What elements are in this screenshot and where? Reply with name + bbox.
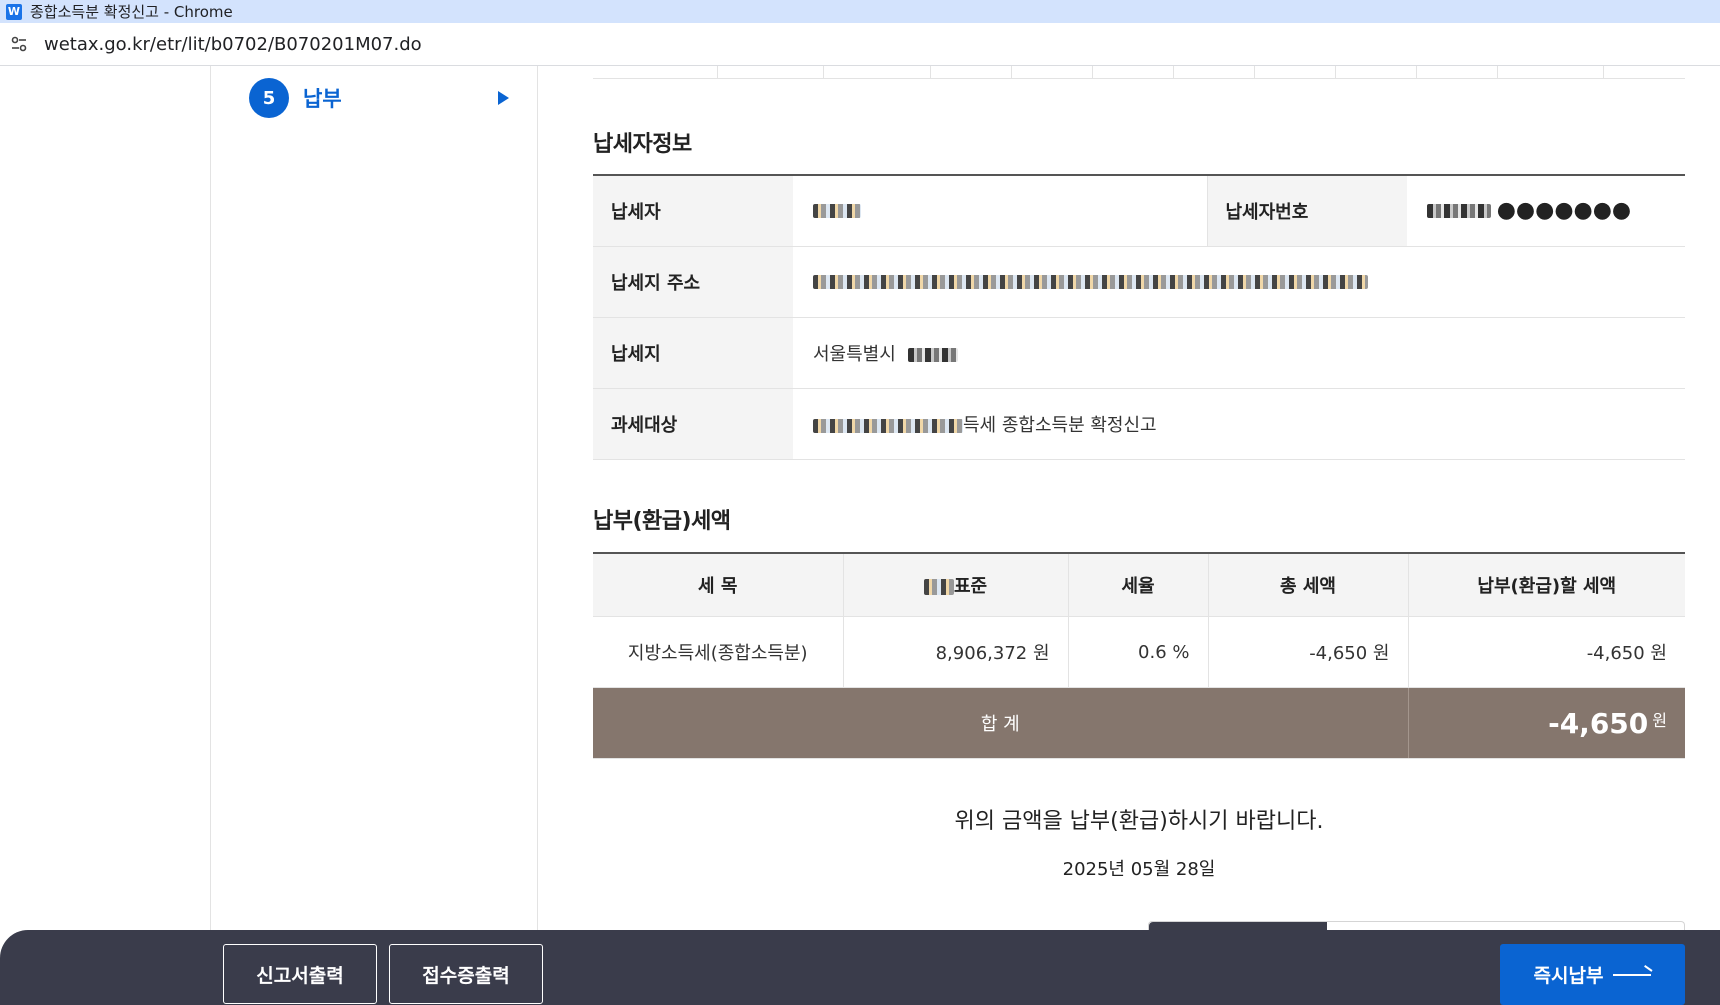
masked-text — [813, 418, 963, 433]
step-item-payment[interactable]: 5 납부 — [249, 78, 509, 118]
url-text[interactable]: wetax.go.kr/etr/lit/b0702/B070201M07.do — [44, 34, 422, 55]
play-arrow-icon — [498, 91, 509, 105]
bottom-action-bar: 신고서출력 접수증출력 즉시납부 — [0, 930, 1720, 1005]
tax-subject-value: 득세 종합소득분 확정신고 — [793, 388, 1685, 460]
taxpayer-number-label: 납세자번호 — [1206, 175, 1407, 247]
pay-now-label: 즉시납부 — [1533, 965, 1604, 987]
taxpayer-section-title: 납세자정보 — [593, 132, 692, 157]
address-label: 납세지 주소 — [593, 246, 793, 318]
taxpayer-name-value — [793, 175, 1207, 247]
column-header-item: 세 목 — [593, 552, 843, 617]
site-settings-icon[interactable] — [10, 35, 28, 53]
column-header-base: 표준 — [842, 552, 1068, 617]
masked-text — [1427, 203, 1491, 218]
payment-notice: 위의 금액을 납부(환급)하시기 바랍니다. — [954, 809, 1324, 834]
arrow-right-icon — [1613, 973, 1652, 976]
previous-table-remnant — [593, 66, 1685, 79]
taxpayer-info-table: 납세자 납세자번호 ●●●●●●● 납세지 주소 납세지 서울특별시 과세대상 … — [593, 174, 1685, 460]
total-amount-unit: 원 — [1652, 710, 1667, 730]
masked-text — [813, 204, 861, 219]
step-label: 납부 — [303, 87, 342, 111]
tax-item-cell: 지방소득세(종합소득분) — [593, 616, 843, 688]
pay-now-button[interactable]: 즉시납부 — [1500, 944, 1685, 1005]
taxpayer-label: 납세자 — [593, 175, 793, 247]
tax-base-cell: 8,906,372 원 — [842, 616, 1068, 688]
tax-location-value: 서울특별시 — [793, 317, 1685, 389]
window-titlebar: W 종합소득분 확정신고 - Chrome — [0, 0, 1720, 23]
total-amount-cell: -4,650 원 — [1407, 687, 1685, 759]
address-bar: wetax.go.kr/etr/lit/b0702/B070201M07.do — [0, 23, 1720, 66]
left-gutter — [0, 66, 211, 1005]
total-row: 합 계 -4,650 원 — [593, 687, 1685, 759]
masked-text — [907, 347, 958, 362]
table-row: 납세지 주소 — [593, 246, 1685, 318]
address-value — [793, 246, 1685, 318]
table-row: 납세자 납세자번호 ●●●●●●● — [593, 175, 1685, 247]
column-header-rate: 세율 — [1067, 552, 1208, 617]
step-number-badge: 5 — [249, 78, 289, 118]
column-header-payable: 납부(환급)할 세액 — [1407, 552, 1685, 617]
table-row: 지방소득세(종합소득분) 8,906,372 원 0.6 % -4,650 원 … — [593, 616, 1685, 688]
print-report-button[interactable]: 신고서출력 — [223, 944, 377, 1004]
masked-text — [923, 578, 954, 595]
payable-tax-cell: -4,650 원 — [1407, 616, 1685, 688]
total-label: 합 계 — [593, 687, 1408, 759]
main-content: 납세자정보 납세자 납세자번호 ●●●●●●● 납세지 주소 납세지 서울특별시 — [593, 66, 1685, 881]
tax-rate-cell: 0.6 % — [1067, 616, 1208, 688]
wetax-logo-icon: W — [6, 3, 22, 20]
tax-subject-label: 과세대상 — [593, 388, 793, 460]
table-header-row: 세 목 표준 세율 총 세액 납부(환급)할 세액 — [593, 552, 1685, 617]
report-date: 2025년 05월 28일 — [1062, 859, 1216, 880]
column-header-total: 총 세액 — [1207, 552, 1408, 617]
tax-amount-table: 세 목 표준 세율 총 세액 납부(환급)할 세액 지방소득세(종합소득분) 8… — [593, 551, 1685, 759]
masked-dots: ●●●●●●● — [1496, 198, 1632, 224]
tax-location-label: 납세지 — [593, 317, 793, 389]
masked-text — [813, 275, 1368, 289]
table-row: 납세지 서울특별시 — [593, 317, 1685, 389]
taxpayer-number-value: ●●●●●●● — [1407, 175, 1685, 247]
print-receipt-button[interactable]: 접수증출력 — [389, 944, 543, 1004]
step-navigation: 5 납부 — [211, 66, 538, 1005]
window-title: 종합소득분 확정신고 - Chrome — [30, 3, 233, 21]
total-amount-value: -4,650 — [1548, 706, 1649, 740]
total-tax-cell: -4,650 원 — [1207, 616, 1408, 688]
table-row: 과세대상 득세 종합소득분 확정신고 — [593, 388, 1685, 460]
amount-section-title: 납부(환급)세액 — [593, 508, 731, 534]
